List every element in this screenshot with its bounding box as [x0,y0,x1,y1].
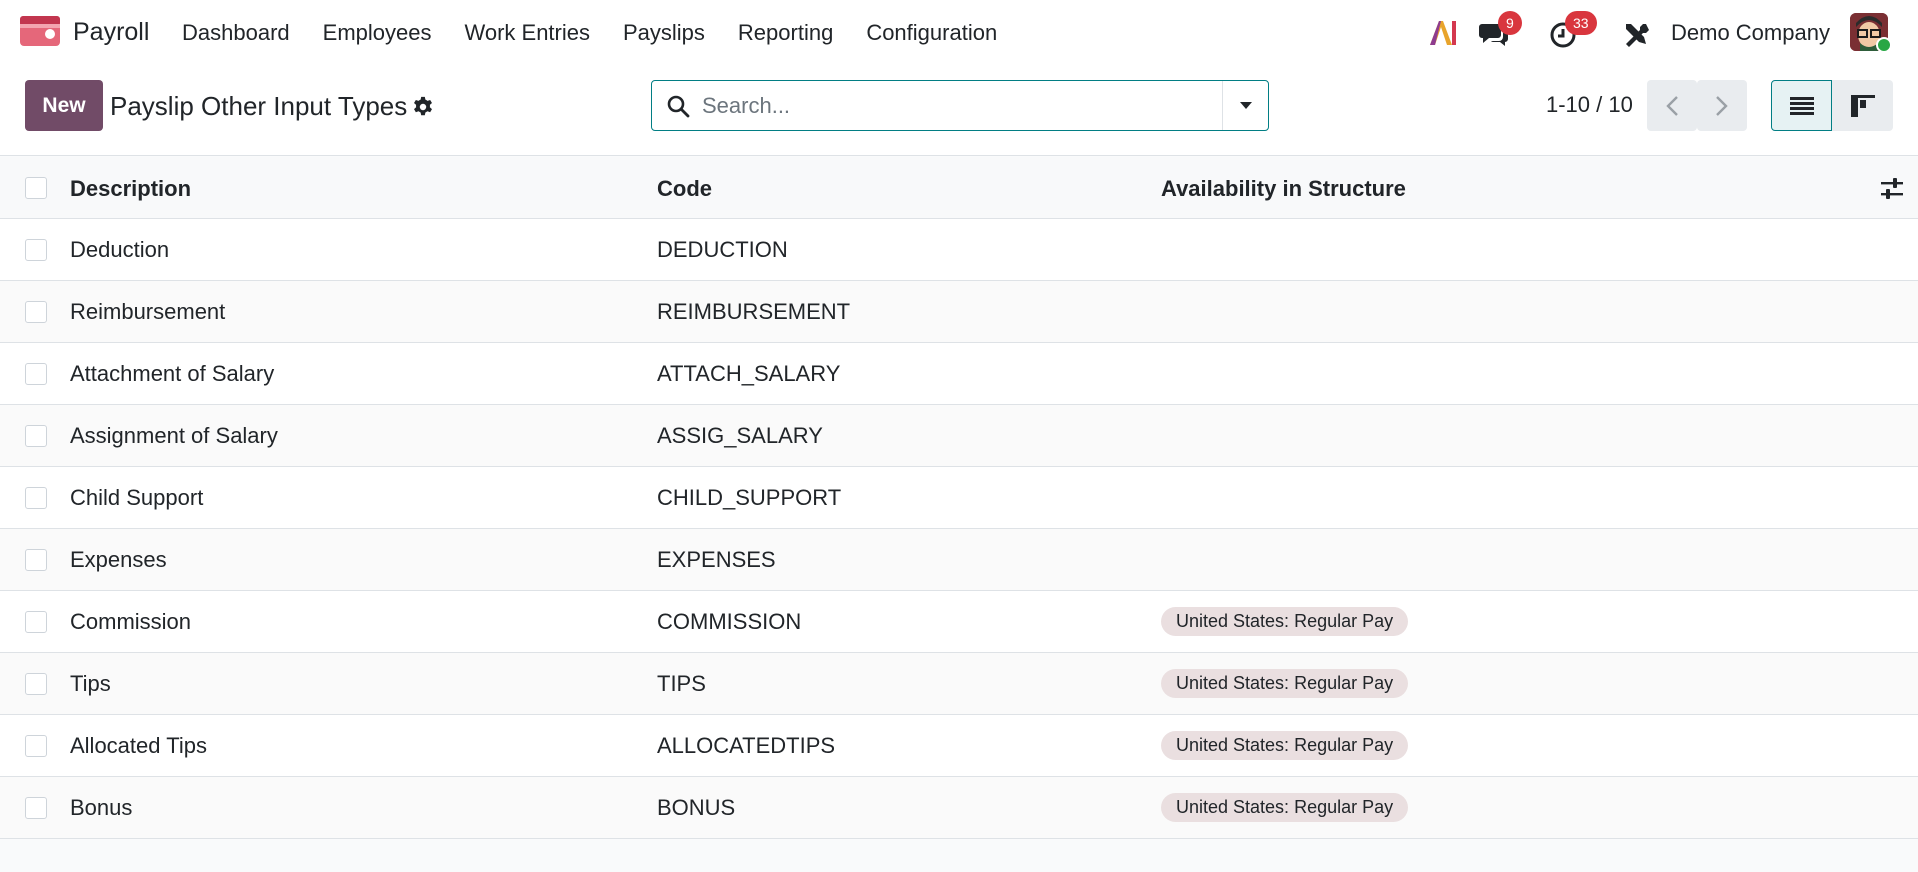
new-button[interactable]: New [25,80,103,131]
chevron-right-icon [1716,95,1728,116]
cell-description: Allocated Tips [70,733,207,758]
cell-code: ASSIG_SALARY [657,423,823,448]
input-types-table: Description Code Availability in Structu… [0,157,1918,839]
cell-description: Child Support [70,485,204,510]
cell-code: BONUS [657,795,736,820]
row-checkbox[interactable] [25,301,47,323]
row-checkbox[interactable] [25,735,47,757]
cell-code: TIPS [657,671,706,696]
row-checkbox[interactable] [25,425,47,447]
column-header-description[interactable]: Description [70,176,191,202]
structure-tag: United States: Regular Pay [1161,793,1409,822]
messages-badge: 9 [1498,11,1522,35]
cell-code: CHILD_SUPPORT [657,485,842,510]
row-checkbox[interactable] [25,487,47,509]
cell-code: REIMBURSEMENT [657,299,851,324]
list-view-icon [1789,96,1814,115]
page-title: Payslip Other Input Types [110,91,408,121]
top-navbar: Payroll Dashboard Employees Work Entries… [0,0,1918,66]
structure-tag: United States: Regular Pay [1161,731,1409,760]
main-menu: Dashboard Employees Work Entries Payslip… [182,0,1030,66]
search-options-toggle[interactable] [1222,81,1268,130]
table-row[interactable]: Expenses EXPENSES [0,529,1918,591]
menu-item-reporting[interactable]: Reporting [738,20,833,46]
table-row[interactable]: Commission COMMISSION United States: Reg… [0,591,1918,653]
menu-item-employees[interactable]: Employees [323,20,432,46]
cell-description: Commission [70,609,192,634]
menu-item-payslips[interactable]: Payslips [623,20,705,46]
structure-tag: United States: Regular Pay [1161,669,1409,698]
cell-code: EXPENSES [657,547,776,572]
menu-item-work-entries[interactable]: Work Entries [464,20,590,46]
cell-description: Reimbursement [70,299,226,324]
table-body: Deduction DEDUCTION Reimbursement REIMBU… [0,219,1918,839]
cell-code: COMMISSION [657,609,802,634]
app-name[interactable]: Payroll [73,18,149,47]
kanban-view-button[interactable] [1832,80,1893,131]
table-row[interactable]: Child Support CHILD_SUPPORT [0,467,1918,529]
activities-badge: 33 [1565,11,1597,35]
table-header: Description Code Availability in Structu… [0,157,1918,219]
company-switcher[interactable]: Demo Company [1671,20,1830,46]
column-header-availability[interactable]: Availability in Structure [1161,176,1406,202]
list-view-button[interactable] [1771,80,1832,131]
online-status-dot [1876,37,1892,53]
pager-value[interactable]: 1-10 / 10 [1546,92,1633,118]
row-checkbox[interactable] [25,611,47,633]
search-bar [651,80,1269,131]
table-row[interactable]: Bonus BONUS United States: Regular Pay [0,777,1918,839]
kanban-view-icon [1850,94,1875,117]
menu-item-configuration[interactable]: Configuration [866,20,997,46]
tools-icon[interactable] [1622,20,1650,48]
search-icon [667,95,690,118]
control-panel: New Payslip Other Input Types 1-10 / 10 [0,66,1918,156]
column-settings-icon[interactable] [1880,177,1904,201]
cell-description: Deduction [70,237,170,262]
select-all-checkbox[interactable] [25,177,47,199]
row-checkbox[interactable] [25,673,47,695]
pager-previous-button[interactable] [1647,80,1697,131]
table-row[interactable]: Allocated Tips ALLOCATEDTIPS United Stat… [0,715,1918,777]
table-row[interactable]: Tips TIPS United States: Regular Pay [0,653,1918,715]
cell-description: Attachment of Salary [70,361,275,386]
chevron-left-icon [1666,95,1678,116]
ai-icon[interactable] [1428,18,1458,48]
row-checkbox[interactable] [25,549,47,571]
cell-description: Bonus [70,795,133,820]
column-header-code[interactable]: Code [657,176,712,202]
cell-code: ATTACH_SALARY [657,361,841,386]
cell-description: Assignment of Salary [70,423,278,448]
structure-tag: United States: Regular Pay [1161,607,1409,636]
table-row[interactable]: Attachment of Salary ATTACH_SALARY [0,343,1918,405]
cell-description: Tips [70,671,111,696]
gear-icon[interactable] [412,96,434,118]
row-checkbox[interactable] [25,797,47,819]
table-row[interactable]: Reimbursement REIMBURSEMENT [0,281,1918,343]
cell-code: ALLOCATEDTIPS [657,733,836,758]
row-checkbox[interactable] [25,363,47,385]
menu-item-dashboard[interactable]: Dashboard [182,20,290,46]
payroll-app-icon[interactable] [20,16,60,46]
search-input[interactable] [702,89,1202,123]
pager-next-button[interactable] [1697,80,1747,131]
cell-code: DEDUCTION [657,237,788,262]
row-checkbox[interactable] [25,239,47,261]
table-row[interactable]: Deduction DEDUCTION [0,219,1918,281]
caret-down-icon [1239,101,1252,109]
cell-description: Expenses [70,547,167,572]
table-row[interactable]: Assignment of Salary ASSIG_SALARY [0,405,1918,467]
